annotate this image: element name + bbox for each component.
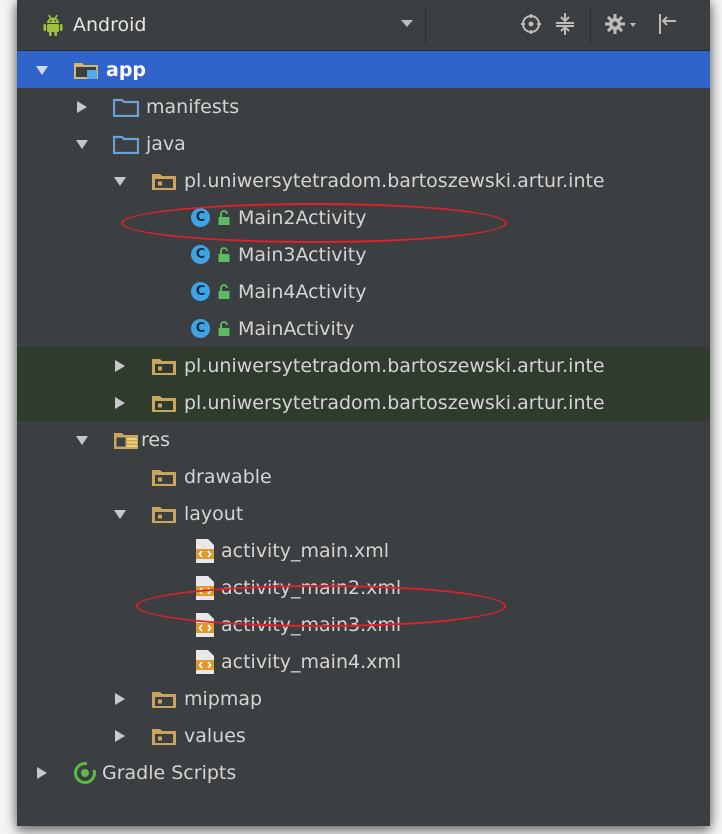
tree-node-label: pl.uniwersytetradom.bartoszewski.artur.i… [184,354,605,377]
tree-node-java[interactable]: java [17,125,710,162]
resource-folder-icon [114,432,138,449]
tree-node-xml-file[interactable]: activity_main3.xml [17,606,710,643]
class-icon: C [191,319,210,338]
xml-file-icon [196,649,214,674]
lock-open-icon [218,246,230,262]
project-tool-window: Android app manifests java pl.uniwersyte… [17,0,710,826]
tree-node-class[interactable]: C Main4Activity [17,273,710,310]
tree-node-label: java [146,132,186,155]
chevron-down-icon[interactable] [113,174,127,188]
tree-node-label: mipmap [184,687,263,710]
chevron-down-icon[interactable] [75,137,89,151]
module-folder-icon [74,62,98,79]
tree-node-label: values [184,724,246,747]
toolbar-divider [590,8,591,44]
xml-file-icon [196,612,214,637]
class-icon: C [191,208,210,227]
tree-node-label: Main3Activity [238,243,367,266]
tree-node-class[interactable]: C MainActivity [17,310,710,347]
tree-node-label: manifests [146,95,240,118]
view-mode-label: Android [73,14,147,36]
package-icon [152,469,176,486]
tree-node-label: Main2Activity [238,206,367,229]
chevron-right-icon[interactable] [113,692,127,706]
tree-node-manifests[interactable]: manifests [17,88,710,125]
tree-node-drawable[interactable]: drawable [17,458,710,495]
folder-icon [113,135,139,154]
xml-file-icon [196,575,214,600]
lock-open-icon [218,320,230,336]
chevron-down-icon[interactable] [35,63,49,77]
chevron-right-icon[interactable] [113,396,127,410]
tree-node-gradle-scripts[interactable]: Gradle Scripts [17,754,710,791]
tree-node-label: activity_main3.xml [221,613,402,636]
xml-file-icon [196,538,214,563]
tree-node-package[interactable]: pl.uniwersytetradom.bartoszewski.artur.i… [17,347,710,384]
tree-node-package[interactable]: pl.uniwersytetradom.bartoszewski.artur.i… [17,384,710,421]
chevron-down-icon[interactable] [401,20,413,27]
class-icon: C [191,245,210,264]
tree-node-label: activity_main4.xml [221,650,402,673]
class-icon: C [191,282,210,301]
tree-node-label: pl.uniwersytetradom.bartoszewski.artur.i… [184,391,605,414]
chevron-down-icon[interactable] [75,433,89,447]
screenshot-canvas: Android app manifests java pl.uniwersyte… [0,0,722,834]
chevron-right-icon[interactable] [75,100,89,114]
package-icon [152,173,176,190]
tree-node-xml-file[interactable]: activity_main.xml [17,532,710,569]
collapse-all-icon[interactable] [554,12,576,36]
tree-node-mipmap[interactable]: mipmap [17,680,710,717]
tree-node-label: Gradle Scripts [102,761,237,784]
tree-node-class[interactable]: C Main3Activity [17,236,710,273]
project-toolbar: Android [17,0,710,51]
toolbar-divider [425,8,426,44]
tree-node-label: Main4Activity [238,280,367,303]
tree-node-xml-file[interactable]: activity_main2.xml [17,569,710,606]
chevron-down-icon[interactable] [113,507,127,521]
folder-icon [113,98,139,117]
gradle-icon [74,761,96,784]
package-icon [152,395,176,412]
package-icon [152,691,176,708]
chevron-right-icon[interactable] [35,766,49,780]
tree-node-layout[interactable]: layout [17,495,710,532]
tree-node-class[interactable]: C Main2Activity [17,199,710,236]
tree-node-res[interactable]: res [17,421,710,458]
package-icon [152,506,176,523]
tree-node-package[interactable]: pl.uniwersytetradom.bartoszewski.artur.i… [17,162,710,199]
tree-node-app[interactable]: app [17,51,710,88]
tree-node-label: drawable [184,465,272,488]
package-icon [152,358,176,375]
project-tree: app manifests java pl.uniwersytetradom.b… [17,51,710,791]
tree-node-label: activity_main.xml [221,539,390,562]
tree-node-label: activity_main2.xml [221,576,402,599]
view-mode-dropdown[interactable]: Android [43,8,146,42]
tree-node-label: pl.uniwersytetradom.bartoszewski.artur.i… [184,169,605,192]
tree-node-label: MainActivity [238,317,355,340]
lock-open-icon [218,209,230,225]
chevron-right-icon[interactable] [113,359,127,373]
scroll-from-source-icon[interactable] [519,12,543,36]
tree-node-label: layout [184,502,244,525]
hide-panel-icon[interactable] [657,12,677,36]
tree-node-label: app [106,58,147,81]
gear-icon[interactable] [604,12,638,36]
package-icon [152,728,176,745]
tree-node-label: res [141,428,170,451]
tree-node-xml-file[interactable]: activity_main4.xml [17,643,710,680]
lock-open-icon [218,283,230,299]
tree-node-values[interactable]: values [17,717,710,754]
chevron-right-icon[interactable] [113,729,127,743]
android-icon [43,14,63,36]
